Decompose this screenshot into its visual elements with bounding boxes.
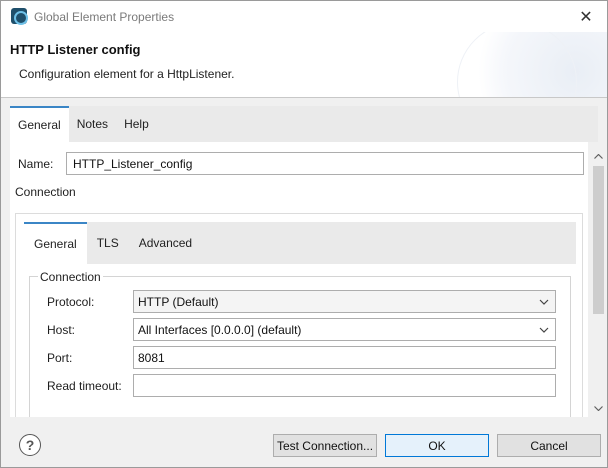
chevron-down-icon[interactable]	[536, 322, 552, 337]
protocol-value: HTTP (Default)	[138, 295, 219, 309]
window-title: Global Element Properties	[34, 10, 175, 24]
connection-frame: General TLS Advanced Connection Protocol…	[15, 213, 583, 417]
scroll-up-icon[interactable]	[590, 148, 607, 164]
connection-tab-bar: General TLS Advanced	[24, 222, 576, 264]
tab-connection-general[interactable]: General	[24, 222, 87, 264]
host-select[interactable]: All Interfaces [0.0.0.0] (default)	[133, 318, 556, 341]
dialog-footer: ? Test Connection... OK Cancel	[1, 417, 607, 467]
cancel-button[interactable]: Cancel	[497, 434, 601, 457]
app-logo-icon	[11, 8, 28, 25]
dialog-window: Global Element Properties ✕ HTTP Listene…	[0, 0, 608, 468]
page-title: HTTP Listener config	[10, 42, 141, 57]
connection-group-label: Connection	[38, 270, 103, 284]
main-tab-bar: General Notes Help	[10, 106, 598, 142]
connection-group: Connection Protocol: HTTP (Default) Host…	[29, 270, 571, 417]
title-bar: Global Element Properties ✕	[1, 1, 607, 32]
chevron-down-icon[interactable]	[536, 294, 552, 309]
tab-help[interactable]: Help	[116, 106, 157, 142]
name-label: Name:	[18, 157, 54, 171]
read-timeout-input[interactable]	[133, 374, 556, 397]
general-tab-content: Name: Connection General TLS Advanced Co…	[10, 142, 588, 417]
port-input[interactable]	[133, 346, 556, 369]
help-icon[interactable]: ?	[19, 434, 41, 456]
protocol-label: Protocol:	[47, 295, 95, 309]
ok-button[interactable]: OK	[385, 434, 489, 457]
name-input[interactable]	[66, 152, 584, 175]
host-label: Host:	[47, 323, 76, 337]
tab-advanced[interactable]: Advanced	[129, 222, 202, 264]
tab-notes[interactable]: Notes	[69, 106, 116, 142]
scrollbar-thumb[interactable]	[593, 166, 604, 314]
close-button[interactable]: ✕	[571, 5, 601, 29]
host-value: All Interfaces [0.0.0.0] (default)	[138, 323, 302, 337]
read-timeout-label: Read timeout:	[47, 379, 122, 393]
tab-general[interactable]: General	[10, 106, 69, 142]
test-connection-button[interactable]: Test Connection...	[273, 434, 377, 457]
connection-section-label: Connection	[15, 185, 76, 199]
page-description: Configuration element for a HttpListener…	[19, 67, 235, 81]
dialog-header: HTTP Listener config Configuration eleme…	[1, 32, 607, 98]
protocol-select[interactable]: HTTP (Default)	[133, 290, 556, 313]
header-decoration-ring	[457, 32, 577, 97]
vertical-scrollbar[interactable]	[590, 148, 607, 416]
dialog-body: General Notes Help Name: Connection Gene…	[1, 99, 607, 417]
port-label: Port:	[47, 351, 73, 365]
tab-tls[interactable]: TLS	[87, 222, 129, 264]
scroll-down-icon[interactable]	[590, 400, 607, 416]
